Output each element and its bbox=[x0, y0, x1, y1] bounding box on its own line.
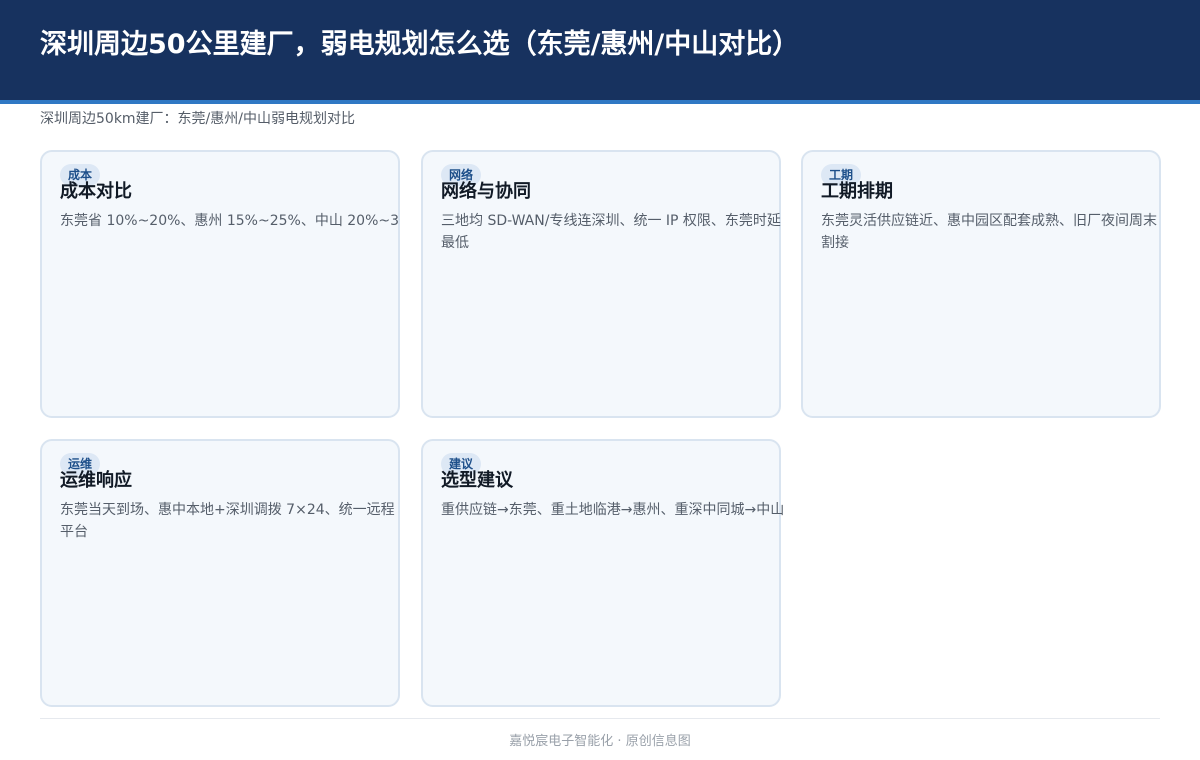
footer-credit: 嘉悦宸电子智能化 · 原创信息图 bbox=[509, 734, 691, 749]
card-title: 成本对比 bbox=[60, 181, 132, 202]
card-title: 网络与协同 bbox=[441, 181, 531, 202]
page-title: 深圳周边50公里建厂，弱电规划怎么选（东莞/惠州/中山对比） bbox=[40, 29, 800, 60]
card-title: 工期排期 bbox=[821, 181, 893, 202]
card-operations: 运维 运维响应 东莞当天到场、惠中本地+深圳调拨 7×24、统一远程平台 bbox=[40, 439, 400, 707]
card-cost: 成本 成本对比 东莞省 10%~20%、惠州 15%~25%、中山 20%~30… bbox=[40, 150, 400, 418]
card-body: 重供应链→东莞、重土地临港→惠州、重深中同城→中山 bbox=[441, 502, 785, 518]
header-accent-bar bbox=[0, 100, 1200, 104]
card-network: 网络 网络与协同 三地均 SD-WAN/专线连深圳、统一 IP 权限、东莞时延最… bbox=[421, 150, 781, 418]
card-body: 东莞灵活供应链近、惠中园区配套成熟、旧厂夜间周末割接 bbox=[821, 213, 1157, 251]
card-title: 选型建议 bbox=[441, 470, 513, 491]
card-title: 运维响应 bbox=[60, 470, 132, 491]
card-body: 三地均 SD-WAN/专线连深圳、统一 IP 权限、东莞时延最低 bbox=[441, 213, 781, 251]
card-body: 东莞省 10%~20%、惠州 15%~25%、中山 20%~30% bbox=[60, 213, 400, 229]
card-schedule: 工期 工期排期 东莞灵活供应链近、惠中园区配套成熟、旧厂夜间周末割接 bbox=[801, 150, 1161, 418]
card-body: 东莞当天到场、惠中本地+深圳调拨 7×24、统一远程平台 bbox=[60, 502, 395, 540]
infographic-page: 深圳周边50公里建厂，弱电规划怎么选（东莞/惠州/中山对比） 深圳周边50km建… bbox=[0, 0, 1200, 760]
card-recommendation: 建议 选型建议 重供应链→东莞、重土地临港→惠州、重深中同城→中山 bbox=[421, 439, 784, 707]
header-banner: 深圳周边50公里建厂，弱电规划怎么选（东莞/惠州/中山对比） bbox=[0, 0, 1200, 100]
footer-divider bbox=[40, 718, 1160, 719]
page-subtitle: 深圳周边50km建厂：东莞/惠州/中山弱电规划对比 bbox=[40, 111, 355, 127]
